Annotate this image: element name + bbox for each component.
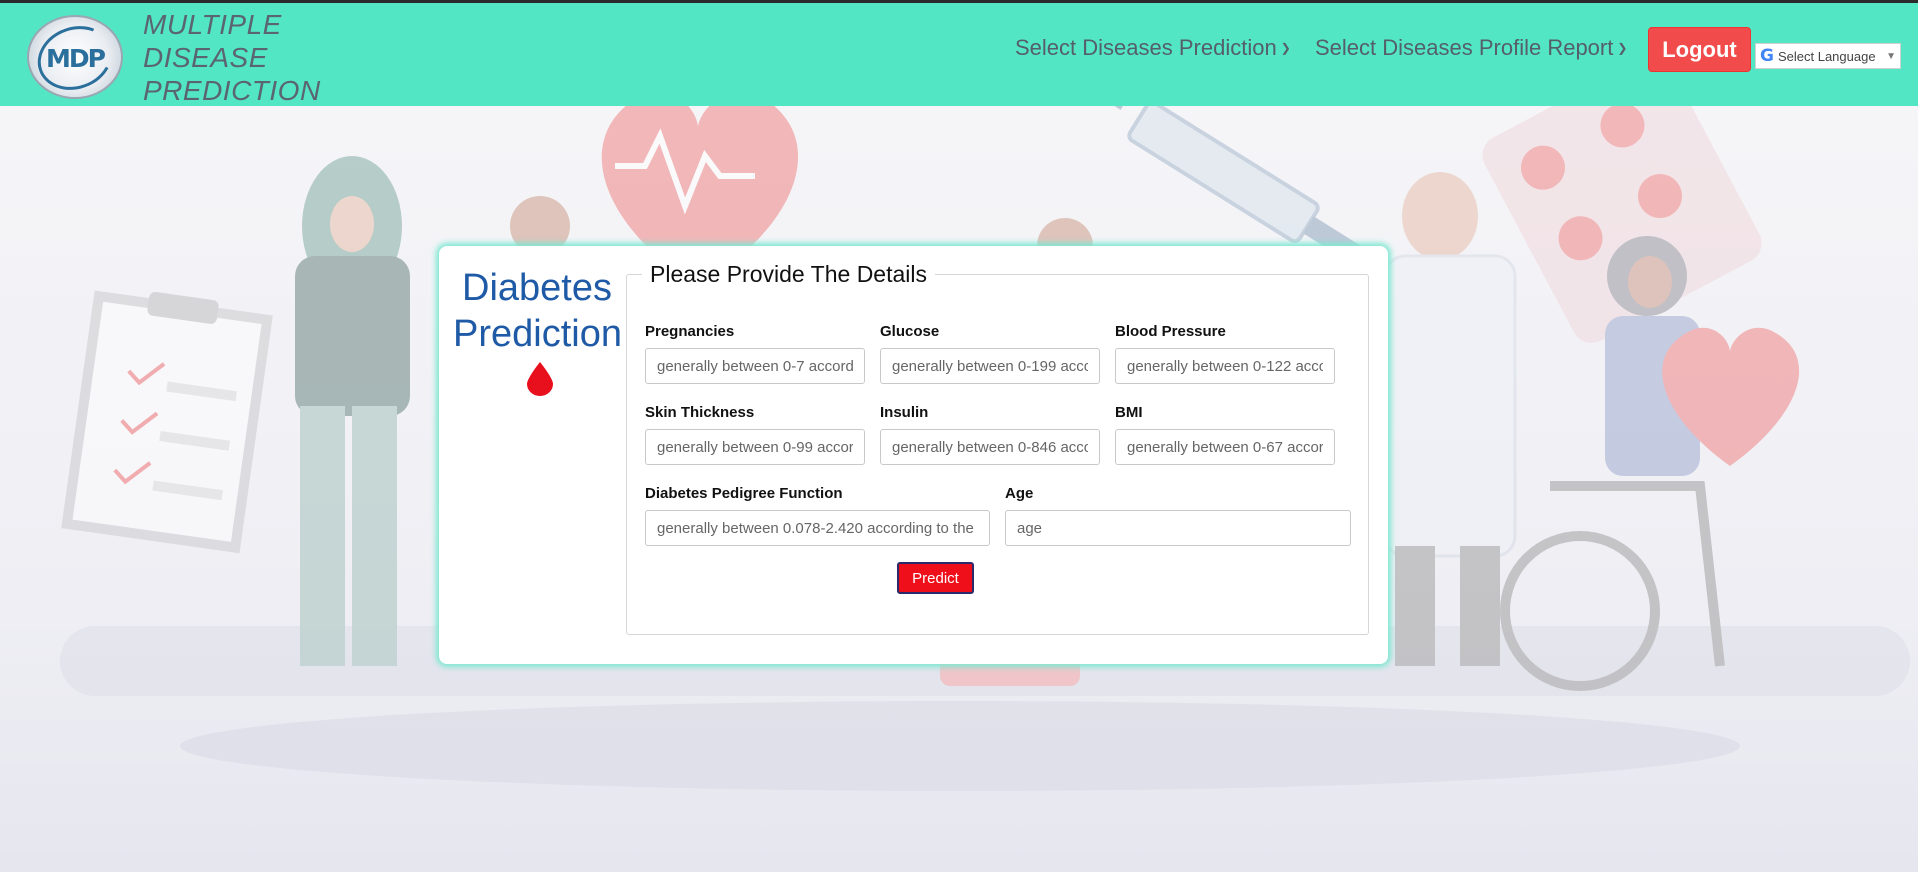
insulin-group: Insulin <box>880 404 1100 465</box>
pregnancies-label: Pregnancies <box>645 323 735 340</box>
diabetes-prediction-card: Diabetes Prediction Please Provide The D… <box>439 246 1388 664</box>
brand-title[interactable]: MULTIPLE DISEASE PREDICTION <box>143 8 321 107</box>
blood-drop-icon <box>527 362 553 396</box>
insulin-input[interactable] <box>880 429 1100 465</box>
blood-pressure-group: Blood Pressure <box>1115 323 1335 384</box>
title-line-2: Prediction <box>453 313 622 355</box>
blood-pressure-input[interactable] <box>1115 348 1335 384</box>
logout-button[interactable]: Logout <box>1648 27 1751 72</box>
nav-select-diseases-prediction[interactable]: Select Diseases Prediction ❯ <box>1015 35 1291 61</box>
dpf-group: Diabetes Pedigree Function <box>645 485 990 546</box>
blood-pressure-label: Blood Pressure <box>1115 323 1226 340</box>
predict-button[interactable]: Predict <box>897 562 974 594</box>
details-legend: Please Provide The Details <box>642 261 935 288</box>
brand-logo[interactable]: MDP <box>27 15 123 101</box>
insulin-label: Insulin <box>880 404 929 421</box>
brand-line-3: PREDICTION <box>143 75 321 106</box>
age-group: Age <box>1005 485 1351 546</box>
glucose-label: Glucose <box>880 323 940 340</box>
chevron-down-icon: ❯ <box>1280 41 1291 55</box>
brand-line-2: DISEASE <box>143 42 268 73</box>
page-title: Diabetes Prediction <box>453 265 622 357</box>
title-line-1: Diabetes <box>462 267 612 309</box>
dpf-input[interactable] <box>645 510 990 546</box>
dropdown-arrow-icon: ▼ <box>1886 50 1896 62</box>
navbar: MDP MULTIPLE DISEASE PREDICTION Select D… <box>0 0 1918 106</box>
glucose-input[interactable] <box>880 348 1100 384</box>
language-select-label: Select Language <box>1777 48 1876 64</box>
skin-thickness-group: Skin Thickness <box>645 404 865 465</box>
brand-line-1: MULTIPLE <box>143 9 282 40</box>
nav-select-diseases-profile-report[interactable]: Select Diseases Profile Report ❯ <box>1315 35 1627 61</box>
language-select[interactable]: G Select Language ▼ <box>1755 43 1901 69</box>
nav-report-label: Select Diseases Profile Report <box>1315 35 1614 60</box>
bmi-group: BMI <box>1115 404 1335 465</box>
chevron-down-icon: ❯ <box>1617 41 1628 55</box>
details-fieldset: Please Provide The Details Pregnancies G… <box>626 261 1369 635</box>
pregnancies-input[interactable] <box>645 348 865 384</box>
google-icon: G <box>1760 46 1774 66</box>
logo-text: MDP <box>46 44 106 73</box>
skin-thickness-label: Skin Thickness <box>645 404 755 421</box>
age-input[interactable] <box>1005 510 1351 546</box>
age-label: Age <box>1005 485 1034 502</box>
pregnancies-group: Pregnancies <box>645 323 865 384</box>
bmi-input[interactable] <box>1115 429 1335 465</box>
dpf-label: Diabetes Pedigree Function <box>645 485 843 502</box>
nav-prediction-label: Select Diseases Prediction <box>1015 35 1277 60</box>
bmi-label: BMI <box>1115 404 1143 421</box>
skin-thickness-input[interactable] <box>645 429 865 465</box>
glucose-group: Glucose <box>880 323 1100 384</box>
